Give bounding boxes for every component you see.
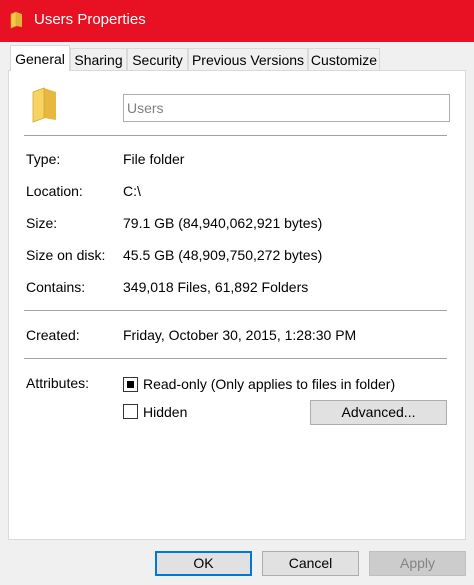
size-on-disk-value: 45.5 GB (48,909,750,272 bytes) xyxy=(123,247,323,263)
divider xyxy=(24,358,447,359)
cancel-button[interactable]: Cancel xyxy=(262,551,359,576)
ok-button[interactable]: OK xyxy=(155,551,252,576)
type-value: File folder xyxy=(123,151,185,167)
created-label: Created: xyxy=(26,327,80,343)
size-value: 79.1 GB (84,940,062,921 bytes) xyxy=(123,215,323,231)
title-bar: Users Properties xyxy=(0,0,474,42)
contains-value: 349,018 Files, 61,892 Folders xyxy=(123,279,309,295)
readonly-checkbox[interactable] xyxy=(123,377,138,392)
tab-previous-versions[interactable]: Previous Versions xyxy=(188,48,308,70)
window-title: Users Properties xyxy=(34,11,146,28)
contains-label: Contains: xyxy=(26,279,86,295)
folder-name-input[interactable] xyxy=(123,94,450,122)
tab-security[interactable]: Security xyxy=(127,48,188,70)
advanced-button[interactable]: Advanced... xyxy=(310,400,447,425)
indeterminate-mark xyxy=(127,381,134,388)
folder-icon xyxy=(10,11,24,29)
readonly-label[interactable]: Read-only (Only applies to files in fold… xyxy=(143,376,395,392)
location-value: C:\ xyxy=(123,183,141,199)
location-label: Location: xyxy=(26,183,83,199)
type-label: Type: xyxy=(26,151,61,167)
size-on-disk-label: Size on disk: xyxy=(26,247,106,263)
tab-customize[interactable]: Customize xyxy=(308,48,380,70)
attributes-label: Attributes: xyxy=(26,375,90,391)
divider xyxy=(24,135,447,136)
hidden-label[interactable]: Hidden xyxy=(143,404,187,420)
created-value: Friday, October 30, 2015, 1:28:30 PM xyxy=(123,327,357,343)
tab-sharing[interactable]: Sharing xyxy=(70,48,127,70)
general-tab-panel xyxy=(8,70,466,540)
divider xyxy=(24,310,447,311)
size-label: Size: xyxy=(26,215,58,231)
tab-general[interactable]: General xyxy=(10,45,70,71)
apply-button[interactable]: Apply xyxy=(369,551,466,576)
hidden-checkbox[interactable] xyxy=(123,404,138,419)
folder-icon xyxy=(31,86,59,124)
